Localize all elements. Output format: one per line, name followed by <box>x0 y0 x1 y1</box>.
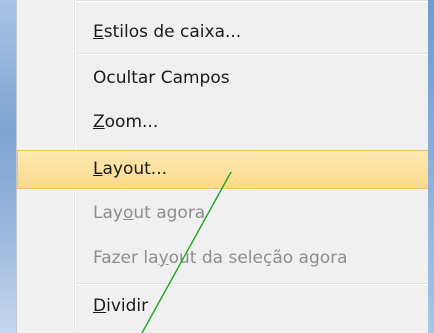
menu-separator <box>77 283 434 285</box>
menu-item-label: Ocultar Campos <box>93 68 230 88</box>
menu-item-layout-agora[interactable]: Layout agora <box>17 195 434 232</box>
menu-item-label: Estilos de caixa... <box>93 22 242 42</box>
menu-item-label: Fazer layout da seleção agora <box>93 248 348 268</box>
menu-item-zoom[interactable]: Zoom... <box>17 104 434 141</box>
background-window-edge <box>0 0 16 333</box>
menu-item-label: Dividir <box>93 296 149 316</box>
background-window-edge-right <box>428 0 434 333</box>
menu-item-ocultar-campos[interactable]: Ocultar Campos <box>17 60 434 97</box>
menu-item-dividir[interactable]: Dividir <box>17 288 434 325</box>
menu-item-label: Layout... <box>93 159 168 179</box>
menu-item-label: Zoom... <box>93 112 159 132</box>
menu-item-layout[interactable]: Layout... <box>17 150 434 189</box>
menu-item-estilos-de-caixa[interactable]: Estilos de caixa... <box>17 14 434 51</box>
menu-separator <box>77 53 434 55</box>
menu-separator <box>77 0 434 2</box>
menu-item-fazer-layout-da-selecao[interactable]: Fazer layout da seleção agora <box>17 240 434 277</box>
context-menu: Estilos de caixa... Ocultar Campos Zoom.… <box>16 0 434 333</box>
menu-item-label: Layout agora <box>93 203 206 223</box>
